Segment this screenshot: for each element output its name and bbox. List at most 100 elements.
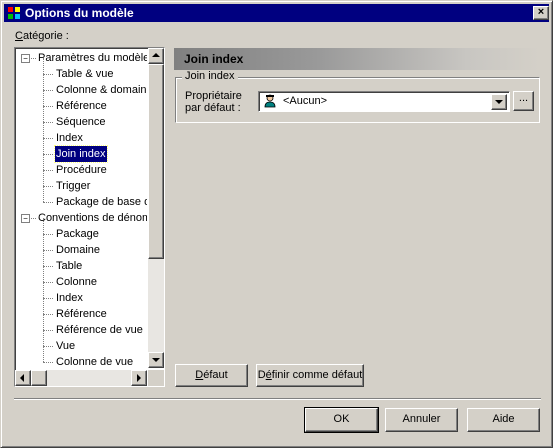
tree-connector (43, 170, 44, 186)
title-bar[interactable]: Options du modèle × (4, 4, 549, 22)
tree-connector (43, 106, 44, 122)
tree-item-label: Domaine (56, 244, 101, 256)
cancel-button[interactable]: Annuler (385, 408, 458, 432)
tree-connector (43, 250, 53, 251)
down-arrow-icon (152, 358, 160, 362)
tree-connector (43, 154, 44, 170)
tree-item[interactable]: Colonne & domaine (17, 74, 147, 98)
tree-item-label: Référence (56, 100, 107, 112)
tree-item[interactable]: Référence (17, 298, 147, 322)
tree-item[interactable]: Séquence (17, 106, 147, 130)
cancel-button-label: Annuler (402, 413, 441, 425)
tree-folder[interactable]: −Conventions de dénomination (17, 210, 147, 226)
tree-connector (43, 202, 53, 203)
tree-item-label: Séquence (56, 116, 106, 128)
tree-item-label: Paramètres du modèle (38, 52, 147, 64)
user-icon (264, 94, 276, 108)
tree-connector (43, 74, 53, 75)
tree-vertical-scrollbar[interactable] (148, 48, 164, 368)
tree-connector (43, 218, 44, 234)
window-title: Options du modèle (25, 6, 134, 20)
tree-item[interactable]: Vue (17, 330, 147, 354)
tree-item-label: Colonne (56, 276, 97, 288)
tree-item-label: Package de base de données (56, 196, 147, 208)
scroll-up-button[interactable] (148, 48, 164, 64)
tree-item[interactable]: Référence (17, 90, 147, 114)
tree-connector (43, 234, 44, 250)
tree-connector (43, 138, 53, 139)
tree-item[interactable]: Table (17, 250, 147, 274)
default-owner-dropdown[interactable]: <Aucun> (258, 91, 510, 112)
tree-connector (43, 90, 53, 91)
chevron-down-icon (495, 100, 503, 104)
tree-item[interactable]: Colonne (17, 266, 147, 290)
tree-item-label: Référence (56, 308, 107, 320)
tree-items: − Paramètres du modèle Table & vue Colonne … (17, 50, 147, 369)
panel-header-title: Join index (184, 52, 244, 66)
close-icon: × (537, 6, 545, 18)
tree-connector (43, 170, 53, 171)
collapse-icon[interactable]: − (21, 54, 30, 63)
tree-item[interactable]: Colonne de vue (17, 346, 147, 369)
tree-item-label: Colonne de vue (56, 356, 134, 368)
default-button[interactable]: Défaut (175, 364, 248, 387)
tree-item[interactable]: Procédure (17, 154, 147, 178)
tree-connector (43, 298, 53, 299)
horizontal-scroll-thumb[interactable] (31, 370, 47, 386)
tree-item-label: Trigger (56, 180, 91, 192)
scroll-right-button[interactable] (131, 370, 147, 386)
dropdown-button[interactable] (491, 94, 507, 110)
owner-value: <Aucun> (283, 95, 328, 107)
tree-item[interactable]: Package de base de données (17, 186, 147, 210)
tree-connector (31, 58, 36, 59)
tree-connector (43, 346, 44, 362)
tree-connector (43, 138, 44, 154)
panel-header: Join index (174, 48, 540, 70)
collapse-icon[interactable]: − (21, 214, 30, 223)
tree-item[interactable]: Trigger (17, 170, 147, 194)
tree-item-label: Table (56, 260, 83, 272)
close-button[interactable]: × (533, 6, 549, 20)
ok-button[interactable]: OK (304, 407, 379, 433)
default-owner-label: Propriétaire par défaut : (185, 90, 242, 114)
tree-item-label: Table & vue (56, 68, 114, 80)
help-button[interactable]: Aide (467, 408, 540, 432)
tree-connector (43, 330, 44, 346)
vertical-scroll-thumb[interactable] (148, 64, 164, 259)
tree-item[interactable]: Package (17, 218, 147, 242)
tree-item[interactable]: Référence de vue (17, 314, 147, 338)
tree-connector (43, 282, 44, 298)
tree-connector (43, 106, 53, 107)
scroll-down-button[interactable] (148, 352, 164, 368)
tree-item[interactable]: Index (17, 282, 147, 306)
tree-item-label: Package (56, 228, 99, 240)
tree-item[interactable]: Table & vue (17, 58, 147, 82)
tree-item[interactable]: Join index (17, 138, 147, 163)
up-arrow-icon (152, 53, 160, 57)
browse-button-label: ... (518, 92, 529, 104)
ok-button-label: OK (333, 413, 350, 425)
tree-item-label: Index (56, 292, 83, 304)
owner-label-line1: Propriétaire (185, 90, 242, 102)
left-arrow-icon (20, 374, 24, 382)
browse-button[interactable]: ... (513, 91, 534, 111)
tree-item-label: Référence de vue (56, 324, 143, 336)
category-label: Catégorie : (15, 30, 69, 42)
tree-connector (43, 90, 44, 106)
tree-connector (43, 298, 44, 314)
default-button-label: Défaut (195, 369, 228, 381)
category-tree[interactable]: − Paramètres du modèle Table & vue Colonne … (14, 47, 165, 387)
tree-connector (43, 122, 53, 123)
help-button-label: Aide (492, 413, 515, 425)
group-title: Join index (182, 70, 238, 82)
tree-connector (43, 154, 53, 155)
tree-folder[interactable]: − Paramètres du modèle (17, 50, 147, 66)
set-as-default-button[interactable]: Définir comme défaut (256, 364, 364, 387)
scroll-left-button[interactable] (15, 370, 31, 386)
tree-connector (43, 234, 53, 235)
tree-horizontal-scrollbar[interactable] (15, 370, 147, 386)
tree-item[interactable]: Index (17, 122, 147, 146)
tree-connector (43, 122, 44, 138)
tree-connector (43, 346, 53, 347)
tree-item[interactable]: Domaine (17, 234, 147, 258)
